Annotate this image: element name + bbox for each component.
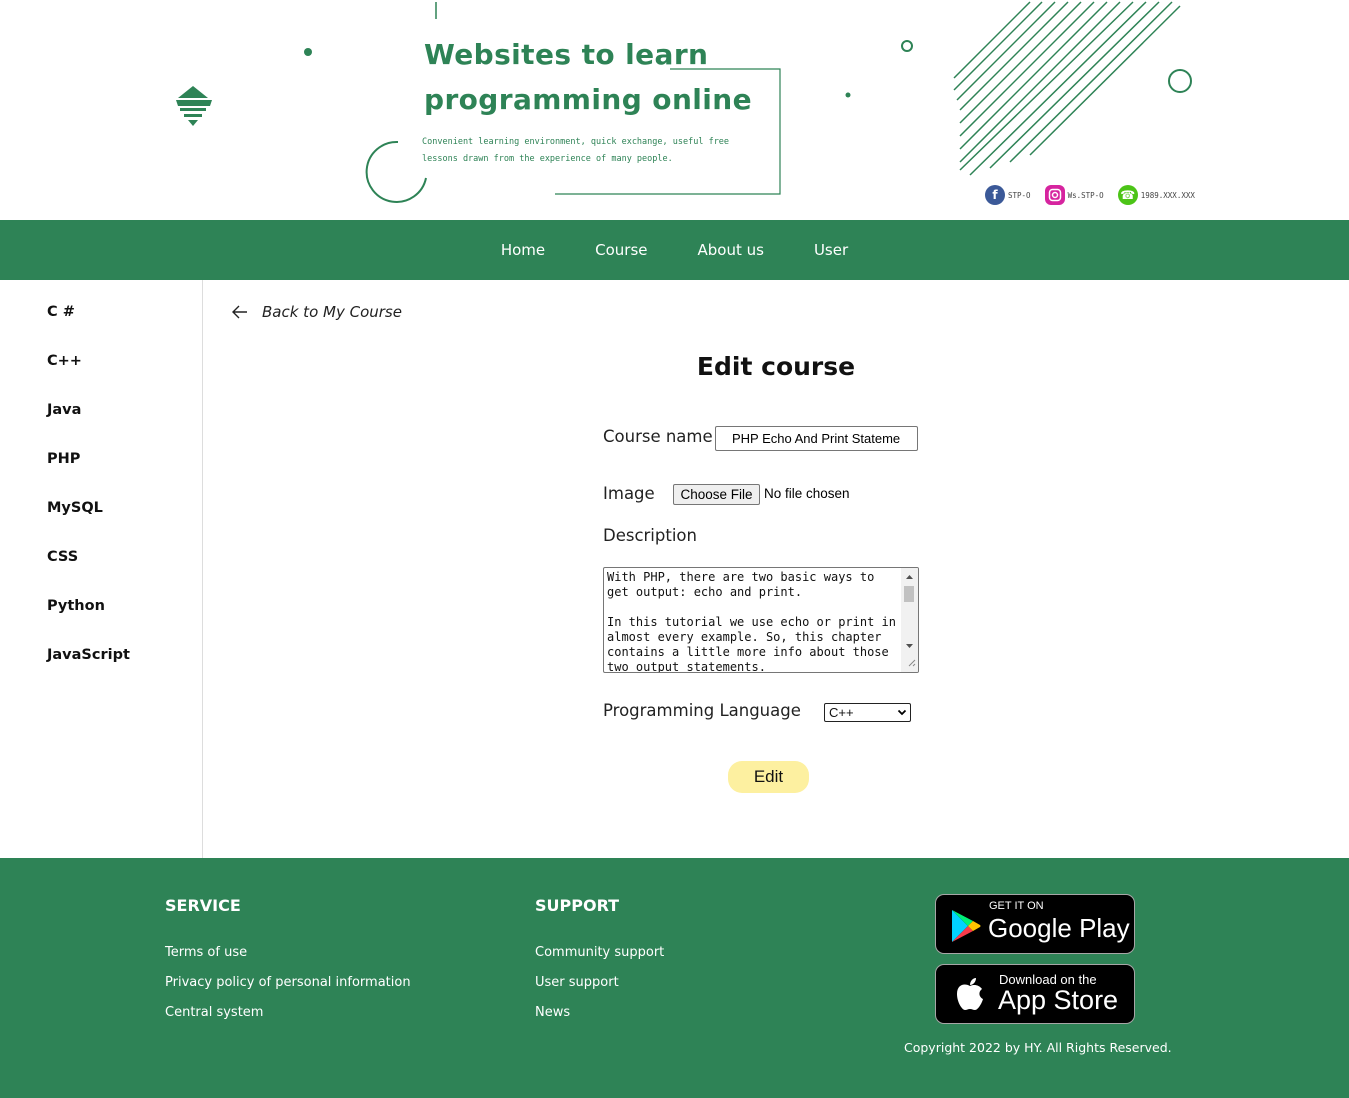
social-phone-text: 1989.XXX.XXX [1140,190,1195,200]
nav-about-us[interactable]: About us [698,241,764,259]
social-facebook-text: STP-O [1008,190,1031,200]
textarea-scrollbar[interactable] [901,568,918,672]
programming-language-label: Programming Language [603,701,801,720]
programming-language-select[interactable]: C++ [824,703,911,722]
google-play-icon [952,910,981,942]
social-facebook[interactable]: f STP-O [985,185,1031,205]
footer-link-user-support[interactable]: User support [535,975,619,990]
phone-icon: ☎ [1117,185,1138,205]
footer-link-community-support[interactable]: Community support [535,945,664,960]
social-phone[interactable]: ☎ 1989.XXX.XXX [1117,185,1195,205]
description-value: With PHP, there are two basic ways to ge… [607,570,896,673]
arrow-left-icon [232,305,247,319]
nav-course[interactable]: Course [595,241,647,259]
footer-service-title: SERVICE [165,896,241,915]
google-play-small-text: GET IT ON [989,900,1044,912]
sidebar-item-python[interactable]: Python [47,598,105,614]
footer-link-news[interactable]: News [535,1005,570,1020]
sidebar-item-php[interactable]: PHP [47,451,80,467]
course-name-value: PHP Echo And Print Stateme [732,431,901,446]
main-nav: Home Course About us User [0,220,1349,280]
language-sidebar: C # C++ Java PHP MySQL CSS Python JavaSc… [0,280,203,858]
hero-title-line1: Websites to learn [424,38,709,71]
image-label: Image [603,484,655,503]
footer-link-central-system[interactable]: Central system [165,1005,263,1020]
app-store-badge[interactable]: Download on the App Store [935,964,1135,1024]
course-name-input[interactable]: PHP Echo And Print Stateme [715,426,918,451]
site-logo-icon[interactable] [172,84,214,128]
back-to-my-course-link[interactable]: Back to My Course [232,303,402,321]
scrollbar-thumb[interactable] [904,586,914,602]
choose-file-button[interactable]: Choose File [673,484,760,505]
back-label: Back to My Course [262,303,402,321]
footer: SERVICE Terms of use Privacy policy of p… [0,858,1349,1098]
nav-user[interactable]: User [814,241,848,259]
social-instagram-text: Ws.STP-O [1067,190,1104,200]
page-title: Edit course [696,352,856,381]
nav-home[interactable]: Home [501,241,545,259]
sidebar-item-javascript[interactable]: JavaScript [47,647,130,663]
copyright-text: Copyright 2022 by HY. All Rights Reserve… [904,1040,1172,1055]
google-play-badge[interactable]: GET IT ON Google Play [935,894,1135,954]
app-store-big-text: App Store [998,985,1119,1015]
sidebar-item-cpp[interactable]: C++ [47,353,82,369]
description-label: Description [603,526,697,545]
course-name-label: Course name [603,427,713,446]
description-textarea[interactable]: With PHP, there are two basic ways to ge… [603,567,919,673]
sidebar-item-csharp[interactable]: C # [47,304,75,320]
sidebar-item-css[interactable]: CSS [47,549,78,565]
footer-link-privacy[interactable]: Privacy policy of personal information [165,975,411,990]
instagram-icon [1044,185,1065,205]
edit-button[interactable]: Edit [728,761,809,793]
social-instagram[interactable]: Ws.STP-O [1044,185,1104,205]
footer-support-title: SUPPORT [535,896,620,915]
footer-link-terms[interactable]: Terms of use [165,945,247,960]
apple-icon [957,978,983,1010]
social-links: f STP-O Ws.STP-O ☎ 1989.XXX.XXX [985,184,1209,206]
hero-subtitle: Convenient learning environment, quick e… [422,137,730,164]
sidebar-item-mysql[interactable]: MySQL [47,500,103,516]
file-status-text: No file chosen [764,486,850,501]
sidebar-item-java[interactable]: Java [47,402,81,418]
facebook-icon: f [985,185,1005,205]
hero-title: Websites to learn programming online [424,32,764,122]
hero-title-line2: programming online [424,83,752,116]
language-selected-value: C++ [829,705,854,720]
chevron-down-icon [897,709,907,716]
header-banner: Websites to learn programming online Con… [0,0,1349,220]
google-play-big-text: Google Play [988,913,1130,943]
